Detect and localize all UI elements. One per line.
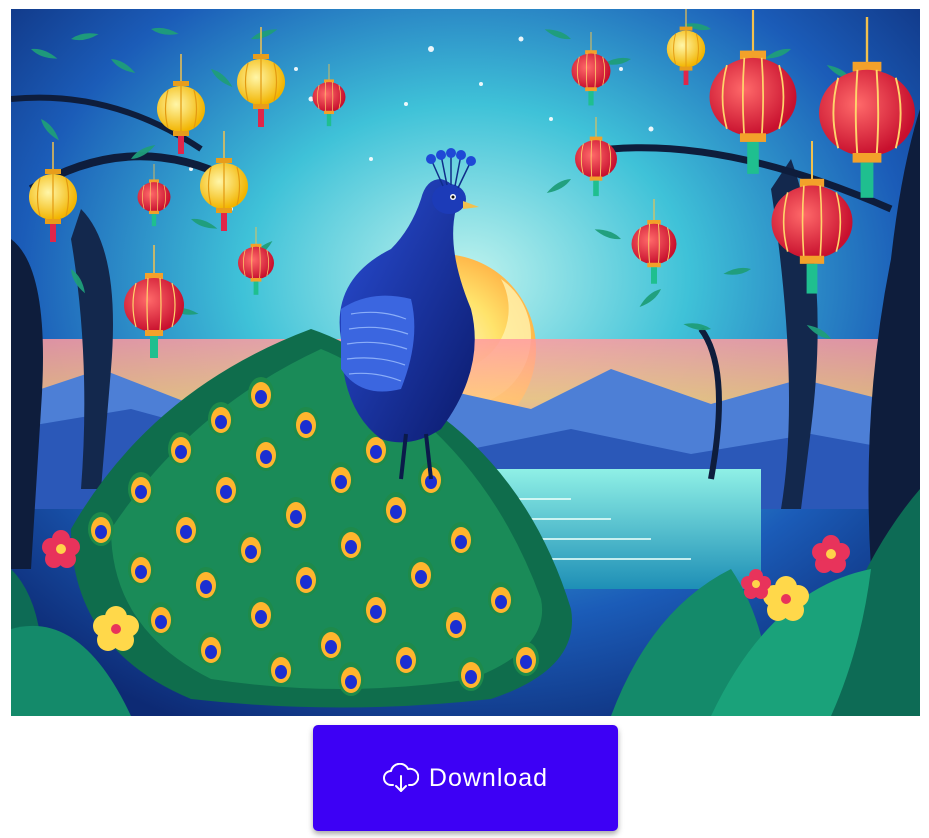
peacock-painting [11,9,920,716]
page: Download [0,0,929,838]
download-button-label: Download [428,763,549,792]
cloud-download-icon [382,762,420,793]
download-button[interactable]: Download [313,725,618,831]
generated-image [11,9,920,716]
